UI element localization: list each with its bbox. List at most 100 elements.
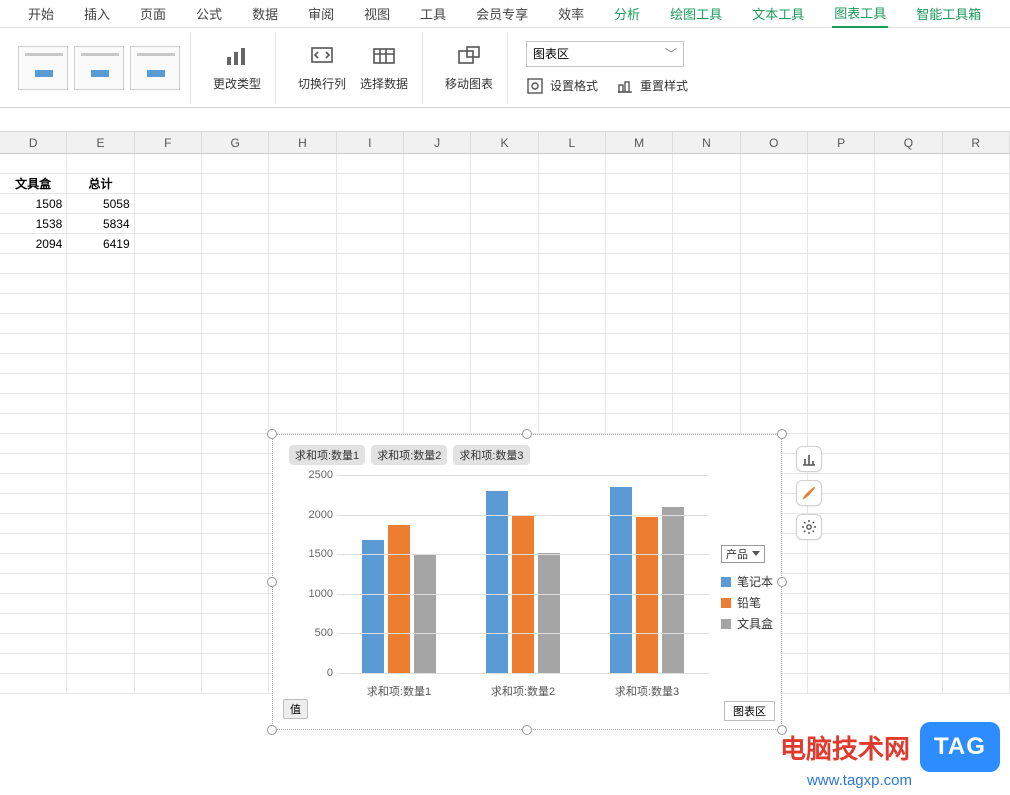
move-chart-button[interactable]: 移动图表 (441, 43, 497, 92)
cell[interactable] (67, 534, 134, 554)
cell[interactable] (539, 294, 606, 314)
cell[interactable] (135, 434, 202, 454)
cell[interactable] (875, 554, 942, 574)
cell[interactable] (404, 414, 471, 434)
chart-object[interactable]: 求和项:数量1求和项:数量2求和项:数量3 250020001500100050… (272, 434, 782, 730)
cell[interactable] (606, 234, 673, 254)
cell[interactable] (673, 174, 740, 194)
cell[interactable] (875, 614, 942, 634)
chart-element-dropdown[interactable]: 图表区 ﹀ (526, 41, 684, 67)
cell[interactable] (269, 274, 336, 294)
cell[interactable] (943, 414, 1010, 434)
menu-tab-4[interactable]: 数据 (250, 0, 280, 27)
column-header[interactable]: E (67, 132, 134, 153)
chart-settings-button[interactable] (796, 514, 822, 540)
cell[interactable] (741, 374, 808, 394)
cell[interactable] (337, 414, 404, 434)
cell[interactable] (471, 274, 538, 294)
cell[interactable] (539, 154, 606, 174)
cell[interactable] (202, 274, 269, 294)
cell[interactable] (943, 554, 1010, 574)
column-header[interactable]: M (606, 132, 673, 153)
cell[interactable] (943, 274, 1010, 294)
cell[interactable] (875, 414, 942, 434)
cell[interactable] (741, 414, 808, 434)
cell[interactable] (673, 414, 740, 434)
menu-tab-2[interactable]: 页面 (138, 0, 168, 27)
cell[interactable] (202, 574, 269, 594)
cell[interactable] (808, 394, 875, 414)
column-header[interactable]: O (741, 132, 808, 153)
column-header[interactable]: P (808, 132, 875, 153)
cell[interactable] (673, 194, 740, 214)
cell[interactable] (943, 394, 1010, 414)
cell[interactable] (673, 354, 740, 374)
cell[interactable] (135, 314, 202, 334)
cell[interactable] (0, 594, 67, 614)
cell[interactable] (135, 194, 202, 214)
cell[interactable] (471, 154, 538, 174)
cell[interactable] (875, 594, 942, 614)
menu-tab-1[interactable]: 插入 (82, 0, 112, 27)
cell[interactable] (0, 294, 67, 314)
cell[interactable] (404, 294, 471, 314)
cell[interactable] (943, 634, 1010, 654)
cell[interactable] (404, 214, 471, 234)
cell[interactable] (202, 214, 269, 234)
cell[interactable] (808, 214, 875, 234)
cell[interactable] (471, 254, 538, 274)
cell[interactable] (269, 394, 336, 414)
cell[interactable] (135, 514, 202, 534)
cell[interactable] (202, 514, 269, 534)
cell[interactable] (67, 554, 134, 574)
cell[interactable] (741, 274, 808, 294)
cell[interactable] (539, 194, 606, 214)
cell[interactable]: 2094 (0, 234, 67, 254)
chart-chip[interactable]: 求和项:数量1 (289, 445, 365, 465)
cell[interactable] (808, 234, 875, 254)
cell[interactable] (404, 254, 471, 274)
column-header[interactable]: J (404, 132, 471, 153)
cell[interactable] (471, 174, 538, 194)
cell[interactable] (471, 294, 538, 314)
cell[interactable] (135, 614, 202, 634)
cell[interactable] (808, 354, 875, 374)
cell[interactable] (808, 654, 875, 674)
cell[interactable] (202, 434, 269, 454)
cell[interactable] (875, 314, 942, 334)
cell[interactable] (943, 514, 1010, 534)
cell[interactable] (741, 294, 808, 314)
chart-chip[interactable]: 求和项:数量3 (453, 445, 529, 465)
cell[interactable] (875, 394, 942, 414)
cell[interactable] (539, 374, 606, 394)
cell[interactable] (539, 394, 606, 414)
cell[interactable] (269, 194, 336, 214)
cell[interactable] (943, 174, 1010, 194)
cell[interactable] (269, 174, 336, 194)
cell[interactable] (135, 474, 202, 494)
cell[interactable] (808, 334, 875, 354)
column-header[interactable]: R (943, 132, 1010, 153)
cell[interactable] (0, 334, 67, 354)
cell[interactable] (135, 354, 202, 374)
cell[interactable] (875, 374, 942, 394)
cell[interactable] (943, 374, 1010, 394)
cell[interactable] (0, 314, 67, 334)
cell[interactable] (67, 594, 134, 614)
cell[interactable] (606, 334, 673, 354)
cell[interactable]: 6419 (67, 234, 134, 254)
cell[interactable] (673, 234, 740, 254)
cell[interactable] (0, 494, 67, 514)
cell[interactable] (606, 294, 673, 314)
cell[interactable] (202, 674, 269, 694)
cell[interactable] (67, 674, 134, 694)
cell[interactable] (337, 174, 404, 194)
cell[interactable] (943, 194, 1010, 214)
cell[interactable] (135, 154, 202, 174)
cell[interactable] (673, 254, 740, 274)
cell[interactable] (471, 314, 538, 334)
cell[interactable] (67, 634, 134, 654)
column-header[interactable]: Q (875, 132, 942, 153)
cell[interactable] (741, 334, 808, 354)
cell[interactable] (875, 514, 942, 534)
